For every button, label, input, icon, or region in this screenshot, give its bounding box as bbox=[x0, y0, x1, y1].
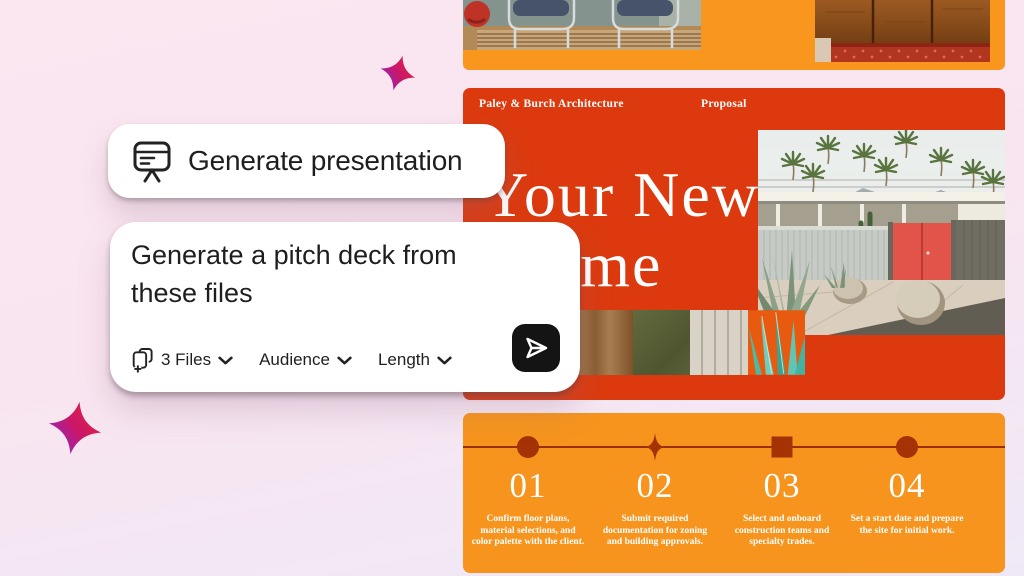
send-button[interactable] bbox=[512, 324, 560, 372]
wood-sofa-photo bbox=[815, 0, 990, 62]
sparkle-icon bbox=[375, 50, 422, 97]
deck-category: Proposal bbox=[701, 97, 747, 111]
attached-files-icon bbox=[131, 347, 154, 373]
slide-timeline: 01 Confirm floor plans, material selecti… bbox=[463, 413, 1005, 573]
length-dropdown-label: Length bbox=[378, 350, 430, 370]
hero-canvas: Paley & Burch Architecture Proposal bbox=[0, 0, 1024, 576]
agave-swatch bbox=[748, 310, 806, 375]
audience-dropdown-label: Audience bbox=[259, 350, 330, 370]
generate-presentation-button[interactable]: Generate presentation bbox=[108, 124, 505, 198]
step-text: Confirm floor plans, material selections… bbox=[463, 514, 593, 549]
sparkle-icon bbox=[43, 396, 108, 461]
step-number: 02 bbox=[590, 465, 720, 507]
paper-plane-send-icon bbox=[521, 333, 551, 363]
green-fabric-swatch bbox=[633, 310, 691, 375]
timeline-marker-circle bbox=[896, 436, 918, 458]
material-swatches bbox=[575, 310, 805, 375]
timeline-marker-square bbox=[772, 437, 793, 458]
timeline-marker-star-icon bbox=[645, 433, 665, 461]
length-dropdown[interactable]: Length bbox=[378, 350, 452, 370]
timeline-step: 04 Set a start date and prepare the site… bbox=[842, 465, 972, 537]
timeline-step: 02 Submit required documentation for zon… bbox=[590, 465, 720, 549]
step-number: 01 bbox=[463, 465, 593, 507]
files-dropdown-label: 3 Files bbox=[161, 350, 211, 370]
timeline-line bbox=[463, 446, 1005, 448]
prompt-input[interactable]: Generate a pitch deck from these files bbox=[131, 236, 513, 312]
step-text: Select and onboard construction teams an… bbox=[717, 514, 847, 549]
deck-brand: Paley & Burch Architecture bbox=[479, 97, 624, 111]
timeline-step: 03 Select and onboard construction teams… bbox=[717, 465, 847, 549]
palm-springs-house-photo bbox=[758, 130, 1005, 335]
prompt-card: Generate a pitch deck from these files 3… bbox=[110, 222, 580, 392]
chevron-down-icon bbox=[218, 356, 233, 365]
prompt-controls: 3 Files Audience Length bbox=[131, 347, 452, 373]
presentation-board-icon bbox=[132, 139, 172, 183]
interior-chairs-photo bbox=[463, 0, 701, 50]
wood-swatch bbox=[575, 310, 633, 375]
timeline-marker-circle bbox=[517, 436, 539, 458]
chevron-down-icon bbox=[437, 356, 452, 365]
step-number: 04 bbox=[842, 465, 972, 507]
deck-title-line1: Your New bbox=[482, 160, 760, 230]
step-number: 03 bbox=[717, 465, 847, 507]
files-dropdown[interactable]: 3 Files bbox=[131, 347, 233, 373]
generate-presentation-label: Generate presentation bbox=[188, 145, 462, 177]
cabinet-panel-swatch bbox=[690, 310, 748, 375]
audience-dropdown[interactable]: Audience bbox=[259, 350, 352, 370]
step-text: Set a start date and prepare the site fo… bbox=[842, 514, 972, 537]
slide-thumbnail-top bbox=[463, 0, 1005, 70]
step-text: Submit required documentation for zoning… bbox=[590, 514, 720, 549]
chevron-down-icon bbox=[337, 356, 352, 365]
timeline-step: 01 Confirm floor plans, material selecti… bbox=[463, 465, 593, 549]
